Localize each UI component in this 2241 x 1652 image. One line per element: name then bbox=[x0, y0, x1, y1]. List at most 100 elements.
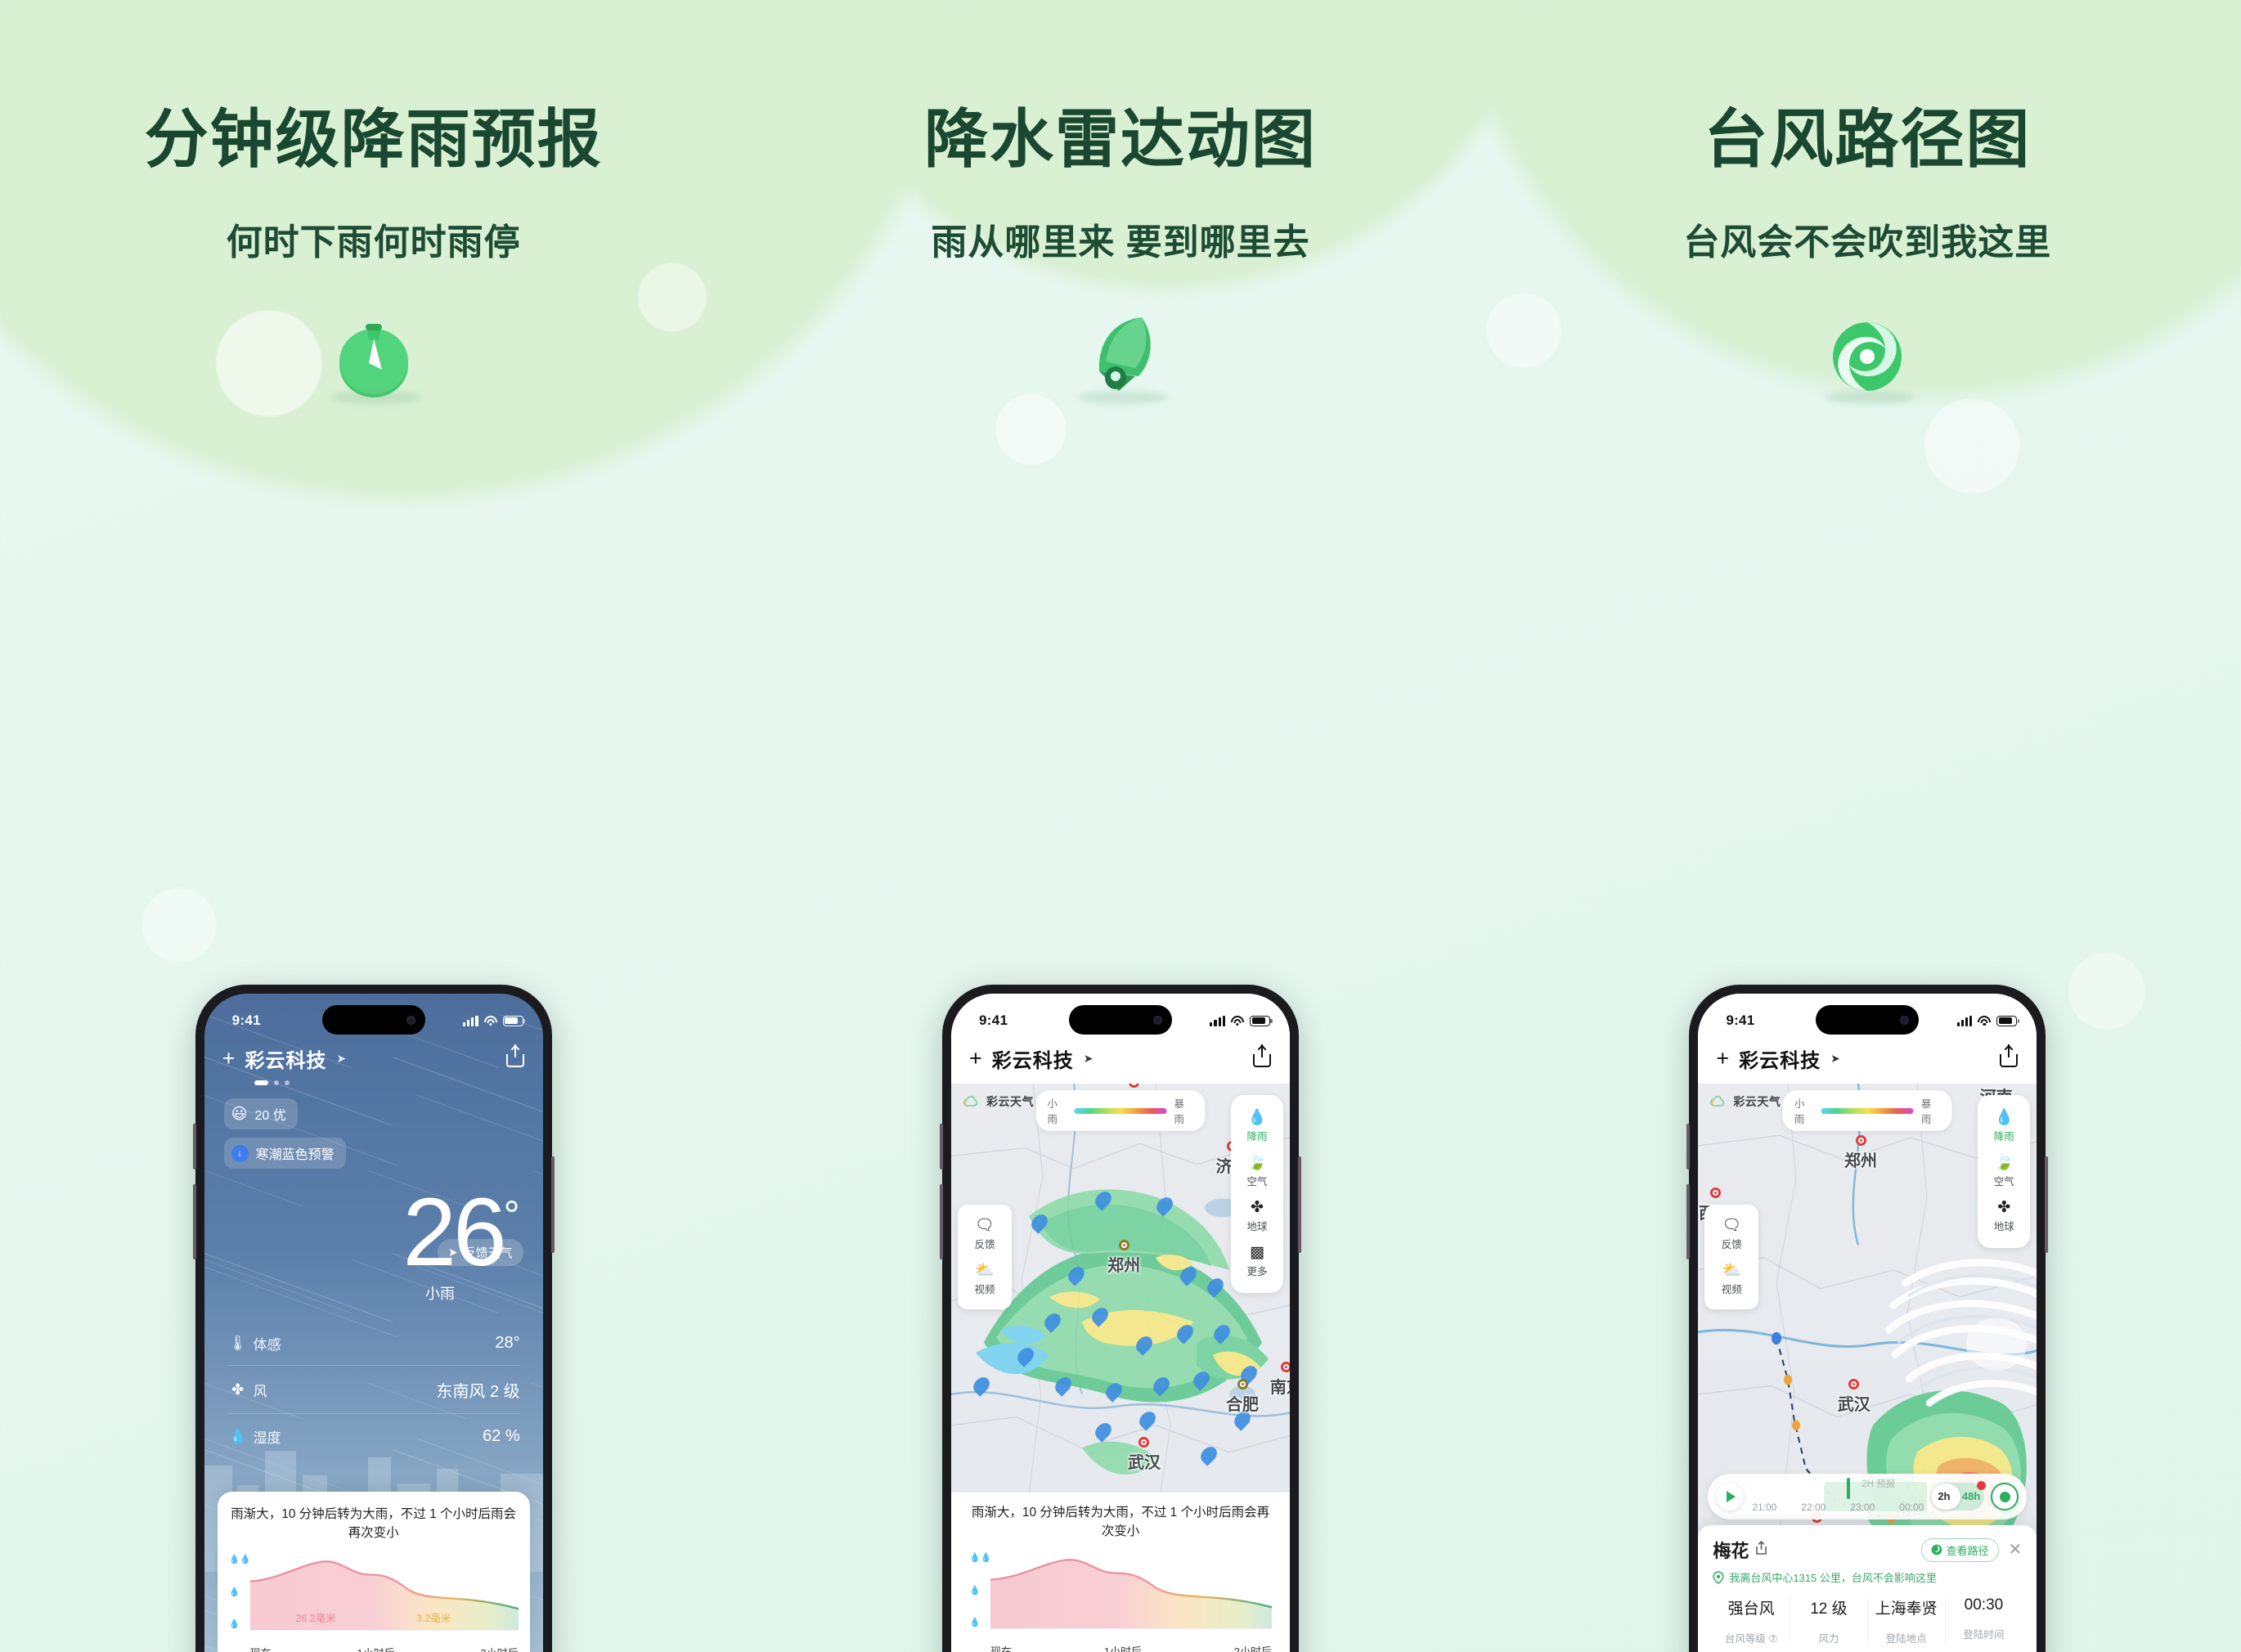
y-tick: 💧 bbox=[968, 1585, 981, 1596]
detail-row-humidity[interactable]: 💧 湿度 62 % bbox=[227, 1414, 519, 1458]
rain-card-title: 雨渐大，10 分钟后转为大雨，不过 1 个小时后雨会再次变小 bbox=[231, 1507, 517, 1540]
radar-timeline[interactable]: 2H 预报 21:00 22:00 23:00 00:00 2 bbox=[1708, 1474, 2028, 1520]
control-label: 地球 bbox=[1246, 1221, 1268, 1232]
stat-value: 12 级 bbox=[1810, 1600, 1848, 1618]
toggle-option-48h[interactable]: 48h bbox=[1962, 1490, 1980, 1502]
feedback-weather-button[interactable]: ➤ 反馈天气 bbox=[437, 1239, 523, 1266]
panel-2-headline: 降水雷达动图 bbox=[923, 103, 1317, 175]
time-tick: 21:00 bbox=[1752, 1502, 1777, 1513]
legend-high-label: 暴雨 bbox=[1174, 1098, 1185, 1125]
share-icon[interactable] bbox=[1999, 1044, 2019, 1067]
x-tick: 1小时后 bbox=[357, 1645, 394, 1652]
city-marker[interactable]: 郑州 bbox=[1107, 1239, 1140, 1276]
location-arrow-icon: ➤ bbox=[336, 1052, 347, 1065]
city-marker[interactable]: 武汉 bbox=[1837, 1378, 1870, 1415]
timeline-track[interactable]: 2H 预报 21:00 22:00 23:00 00:00 bbox=[1749, 1474, 1928, 1520]
layer-rain-button[interactable]: 💧 降雨 bbox=[1236, 1104, 1278, 1149]
city-marker[interactable]: 合肥 bbox=[1226, 1378, 1259, 1415]
view-route-button[interactable]: 查看路径 bbox=[1920, 1538, 1999, 1562]
feedback-button[interactable]: 🗨 反馈 bbox=[963, 1212, 1006, 1257]
city-name[interactable]: 彩云科技 bbox=[245, 1044, 326, 1073]
layer-more-button[interactable]: ▩ 更多 bbox=[1236, 1239, 1278, 1284]
stat-value: 00:30 bbox=[1964, 1596, 2004, 1614]
map-right-controls: 💧 降雨 🍃 空气 ✤ 地球 bbox=[1230, 1095, 1283, 1293]
detail-row-wind[interactable]: ✤ 风 东南风 2 级 bbox=[227, 1366, 520, 1414]
cloud-logo-icon bbox=[963, 1095, 978, 1107]
toggle-option-2h[interactable]: 2h bbox=[1938, 1490, 1950, 1502]
add-city-button[interactable]: + bbox=[222, 1048, 236, 1070]
city-label: 郑州 bbox=[1844, 1152, 1878, 1171]
cloud-logo-icon bbox=[1710, 1095, 1725, 1107]
rain-chart-y-axis: 💧💧 💧 💧 bbox=[229, 1554, 251, 1629]
temperature-unit: ° bbox=[503, 1192, 520, 1238]
rain-intensity-legend: 小雨 暴雨 bbox=[1035, 1090, 1206, 1131]
timeline-ticks: 21:00 22:00 23:00 00:00 bbox=[1749, 1502, 1927, 1513]
detail-row-feels-like[interactable]: 🌡 体感 28° bbox=[227, 1321, 520, 1366]
layer-earth-button[interactable]: ✤ 地球 bbox=[1236, 1194, 1278, 1239]
typhoon-icon bbox=[1810, 299, 1924, 406]
video-button[interactable]: ⛅ 视频 bbox=[1710, 1257, 1753, 1302]
rain-chart-plot: 26.2毫米 3.2毫米 bbox=[249, 1552, 519, 1631]
city-marker[interactable]: 郑州 bbox=[1844, 1135, 1877, 1171]
layer-air-button[interactable]: 🍃 空气 bbox=[1983, 1149, 2025, 1194]
share-icon[interactable] bbox=[1252, 1044, 1272, 1067]
leaf-icon: 🍃 bbox=[1247, 1154, 1267, 1171]
layer-rain-button[interactable]: 💧 降雨 bbox=[1983, 1104, 2025, 1149]
share-icon[interactable] bbox=[505, 1044, 525, 1067]
city-name[interactable]: 彩云科技 bbox=[992, 1044, 1074, 1073]
alert-badges: 😃 20 优 ↓ 寒潮蓝色预警 bbox=[223, 1098, 346, 1169]
cold-wave-badge[interactable]: ↓ 寒潮蓝色预警 bbox=[223, 1138, 346, 1169]
rain-chart: 💧💧 💧 💧 bbox=[969, 1551, 1272, 1636]
play-button[interactable] bbox=[1716, 1483, 1745, 1511]
timeline-cursor[interactable] bbox=[1847, 1478, 1851, 1499]
map-right-controls: 💧 降雨 🍃 空气 ✤ 地球 bbox=[1978, 1095, 2031, 1248]
panel-2-subline: 雨从哪里来 要到哪里去 bbox=[931, 222, 1310, 263]
locate-button[interactable] bbox=[1991, 1483, 2019, 1511]
video-button[interactable]: ⛅ 视频 bbox=[963, 1257, 1006, 1302]
city-page-dots[interactable] bbox=[254, 1080, 347, 1085]
add-city-button[interactable]: + bbox=[1716, 1048, 1729, 1070]
city-label: 武汉 bbox=[1837, 1395, 1870, 1414]
locate-icon bbox=[1999, 1491, 2010, 1502]
legend-high-label: 暴雨 bbox=[1920, 1098, 1932, 1125]
rain-chart: 💧💧 💧 💧 bbox=[229, 1552, 519, 1637]
panel-typhoon-track: 台风路径图 台风会不会吹到我这里 9:41 + 彩云科技 ➤ 彩云天气 小雨 暴… bbox=[1494, 0, 2241, 1652]
wifi-icon bbox=[1230, 1016, 1244, 1026]
feedback-button[interactable]: 🗨 反馈 bbox=[1710, 1212, 1753, 1257]
time-tick: 23:00 bbox=[1850, 1502, 1875, 1513]
typhoon-card-header: 梅花 查看路径 ✕ bbox=[1713, 1537, 2022, 1563]
add-city-button[interactable]: + bbox=[969, 1048, 982, 1070]
city-marker[interactable]: 武汉 bbox=[1127, 1436, 1161, 1473]
weather-detail-list: 🌡 体感 28° ✤ 风 东南风 2 级 💧 湿度 62 % bbox=[227, 1321, 520, 1458]
city-label: 武汉 bbox=[1127, 1453, 1161, 1472]
rain-gauge-icon bbox=[317, 299, 431, 406]
detail-value: 28° bbox=[495, 1334, 520, 1352]
share-icon[interactable] bbox=[1755, 1540, 1767, 1560]
app-header: + 彩云科技 ➤ bbox=[1698, 1044, 2037, 1073]
control-label: 空气 bbox=[1246, 1176, 1268, 1187]
video-download-icon: ⛅ bbox=[1722, 1262, 1742, 1279]
close-icon[interactable]: ✕ bbox=[2009, 1542, 2023, 1558]
legend-low-label: 小雨 bbox=[1047, 1098, 1058, 1125]
typhoon-distance-text: 我离台风中心1315 公里，台风不会影响这里 bbox=[1729, 1572, 1937, 1584]
forecast-range-toggle[interactable]: 2h 48h bbox=[1930, 1481, 1987, 1511]
panel-1-headline: 分钟级降雨预报 bbox=[144, 103, 603, 175]
city-marker[interactable]: 南京 bbox=[1270, 1361, 1290, 1398]
panel-minute-rain: 分钟级降雨预报 何时下雨何时雨停 9:41 + 彩云科技 ➤ 😃 20 优 ↓ … bbox=[0, 0, 747, 1652]
aqi-badge[interactable]: 😃 20 优 bbox=[223, 1098, 298, 1129]
rain-chart-plot bbox=[990, 1551, 1272, 1629]
city-name[interactable]: 彩云科技 bbox=[1739, 1044, 1821, 1073]
layer-earth-button[interactable]: ✤ 地球 bbox=[1983, 1194, 2025, 1239]
typhoon-map-screen: 9:41 + 彩云科技 ➤ 彩云天气 小雨 暴雨 🗨 反馈 ⛅ 视频 💧 降雨 … bbox=[1698, 994, 2037, 1652]
map-left-controls: 🗨 反馈 ⛅ 视频 bbox=[957, 1205, 1012, 1309]
status-time: 9:41 bbox=[1726, 1012, 1755, 1028]
app-header: + 彩云科技 ➤ bbox=[951, 1044, 1290, 1073]
stat-value: 强台风 bbox=[1727, 1600, 1775, 1618]
panel-radar-animation: 降水雷达动图 雨从哪里来 要到哪里去 9:41 + 彩云科技 ➤ 彩云天气 小雨… bbox=[747, 0, 1493, 1652]
radar-dish-icon bbox=[1063, 299, 1178, 406]
detail-value: 东南风 2 级 bbox=[436, 1383, 520, 1401]
phone-3: 9:41 + 彩云科技 ➤ 彩云天气 小雨 暴雨 🗨 反馈 ⛅ 视频 💧 降雨 … bbox=[1686, 985, 2049, 1652]
feedback-cloud-icon: 🗨 bbox=[1722, 1217, 1742, 1234]
layer-air-button[interactable]: 🍃 空气 bbox=[1236, 1149, 1278, 1194]
battery-icon bbox=[1249, 1015, 1273, 1026]
